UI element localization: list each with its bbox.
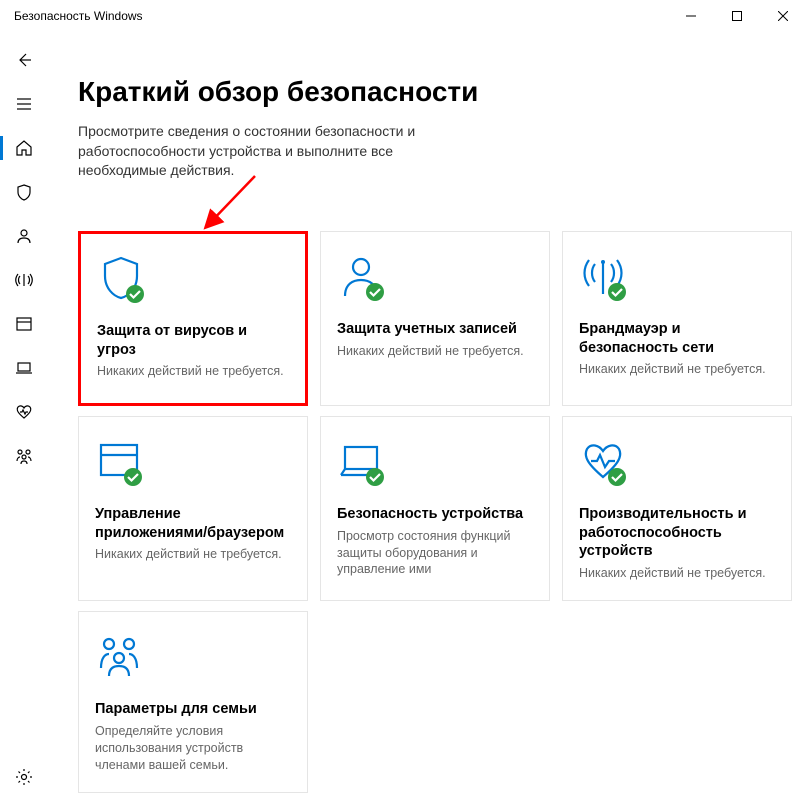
minimize-button[interactable]	[668, 0, 714, 32]
tile-desc: Никаких действий не требуется.	[579, 361, 775, 378]
main-content: Краткий обзор безопасности Просмотрите с…	[48, 32, 806, 799]
nav-device-security[interactable]	[0, 346, 48, 390]
tile-virus-protection[interactable]: Защита от вирусов и угроз Никаких действ…	[78, 231, 308, 406]
check-badge-icon	[365, 282, 385, 302]
close-button[interactable]	[760, 0, 806, 32]
tile-title: Безопасность устройства	[337, 505, 533, 524]
tile-desc: Определяйте условия использования устрой…	[95, 723, 291, 774]
tiles-grid: Защита от вирусов и угроз Никаких действ…	[78, 231, 776, 793]
tile-device-security[interactable]: Безопасность устройства Просмотр состоян…	[320, 416, 550, 601]
tile-title: Параметры для семьи	[95, 700, 291, 719]
tile-title: Управление приложениями/браузером	[95, 505, 291, 543]
window-title: Безопасность Windows	[14, 9, 143, 23]
maximize-button[interactable]	[714, 0, 760, 32]
nav-virus-protection[interactable]	[0, 170, 48, 214]
nav-home[interactable]	[0, 126, 48, 170]
check-badge-icon	[125, 284, 145, 304]
tile-title: Защита от вирусов и угроз	[97, 322, 289, 360]
tile-family[interactable]: Параметры для семьи Определяйте условия …	[78, 611, 308, 792]
check-badge-icon	[607, 282, 627, 302]
check-badge-icon	[365, 467, 385, 487]
nav-settings[interactable]	[0, 755, 48, 799]
page-subtitle: Просмотрите сведения о состоянии безопас…	[78, 122, 478, 181]
sidebar	[0, 32, 48, 799]
tile-device-health[interactable]: Производительность и работоспособность у…	[562, 416, 792, 601]
tile-title: Производительность и работоспособность у…	[579, 505, 775, 562]
tile-desc: Просмотр состояния функций защиты оборуд…	[337, 528, 533, 579]
tile-desc: Никаких действий не требуется.	[337, 343, 533, 360]
nav-family[interactable]	[0, 434, 48, 478]
tile-app-control[interactable]: Управление приложениями/браузером Никаки…	[78, 416, 308, 601]
tile-desc: Никаких действий не требуется.	[579, 565, 775, 582]
back-button[interactable]	[0, 38, 48, 82]
tile-desc: Никаких действий не требуется.	[95, 546, 291, 563]
tile-firewall[interactable]: Брандмауэр и безопасность сети Никаких д…	[562, 231, 792, 406]
nav-firewall[interactable]	[0, 258, 48, 302]
nav-app-control[interactable]	[0, 302, 48, 346]
nav-account-protection[interactable]	[0, 214, 48, 258]
check-badge-icon	[607, 467, 627, 487]
family-icon	[95, 632, 143, 680]
menu-button[interactable]	[0, 82, 48, 126]
page-title: Краткий обзор безопасности	[78, 76, 776, 108]
titlebar: Безопасность Windows	[0, 0, 806, 32]
tile-account-protection[interactable]: Защита учетных записей Никаких действий …	[320, 231, 550, 406]
tile-desc: Никаких действий не требуется.	[97, 363, 289, 380]
nav-device-health[interactable]	[0, 390, 48, 434]
tile-title: Брандмауэр и безопасность сети	[579, 320, 775, 358]
check-badge-icon	[123, 467, 143, 487]
tile-title: Защита учетных записей	[337, 320, 533, 339]
